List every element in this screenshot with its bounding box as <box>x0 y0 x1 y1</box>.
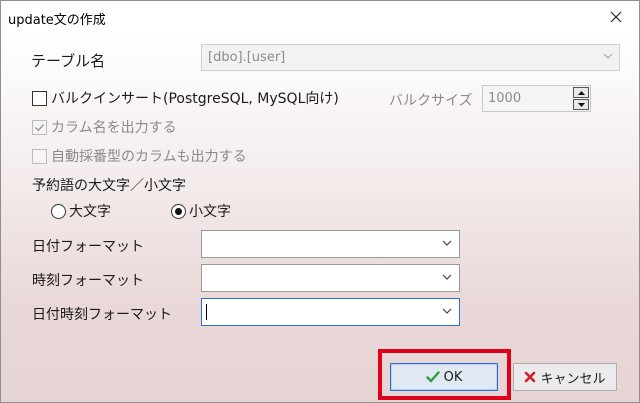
reserved-word-case-label: 予約語の大文字／小文字 <box>32 178 186 194</box>
time-format-label: 時刻フォーマット <box>32 273 144 289</box>
date-format-combo[interactable] <box>201 230 460 258</box>
output-auto-number-row: 自動採番型のカラムも出力する <box>32 146 247 166</box>
stepper-up-button[interactable] <box>573 87 589 98</box>
cancel-button[interactable]: キャンセル <box>513 363 617 391</box>
dialog-window: update文の作成 テーブル名 [dbo].[user] バルクインサート(P… <box>0 0 640 403</box>
title-bar: update文の作成 <box>1 1 639 33</box>
bulk-insert-label: バルクインサート(PostgreSQL, MySQL向け) <box>51 91 339 107</box>
cancel-x-icon <box>525 371 536 383</box>
bulk-size-stepper: 1000 <box>482 85 591 112</box>
output-column-names-label: カラム名を出力する <box>51 120 177 136</box>
datetime-format-combo[interactable] <box>201 298 460 326</box>
stepper-down-button[interactable] <box>573 99 589 110</box>
chevron-down-icon <box>603 53 613 59</box>
uppercase-radio-row[interactable]: 大文字 <box>51 201 111 221</box>
bulk-size-label: バルクサイズ <box>389 93 473 109</box>
lowercase-label: 小文字 <box>189 204 231 220</box>
output-auto-number-checkbox <box>32 148 47 164</box>
triangle-up-icon <box>577 90 585 95</box>
lowercase-radio-row[interactable]: 小文字 <box>171 201 231 221</box>
lowercase-radio[interactable] <box>171 203 186 219</box>
bulk-size-value: 1000 <box>488 91 522 106</box>
date-format-label: 日付フォーマット <box>32 239 144 255</box>
datetime-format-label: 日付時刻フォーマット <box>32 307 172 323</box>
check-icon <box>425 371 440 383</box>
window-title: update文の作成 <box>8 13 106 28</box>
bulk-insert-checkbox-row[interactable]: バルクインサート(PostgreSQL, MySQL向け) <box>32 88 339 108</box>
uppercase-radio[interactable] <box>51 203 66 219</box>
chevron-down-icon[interactable] <box>442 240 452 246</box>
table-name-select: [dbo].[user] <box>201 44 620 71</box>
bulk-insert-checkbox[interactable] <box>32 90 47 106</box>
output-column-names-checkbox <box>32 119 47 135</box>
output-auto-number-label: 自動採番型のカラムも出力する <box>51 149 247 165</box>
close-icon <box>610 11 622 23</box>
cancel-label: キャンセル <box>540 371 606 387</box>
close-button[interactable] <box>593 1 639 33</box>
chevron-down-icon[interactable] <box>442 274 452 280</box>
uppercase-label: 大文字 <box>69 204 111 220</box>
output-column-names-row: カラム名を出力する <box>32 117 177 137</box>
chevron-down-icon[interactable] <box>442 308 452 314</box>
table-name-label: テーブル名 <box>31 52 106 70</box>
triangle-down-icon <box>577 102 585 107</box>
text-caret <box>206 304 207 320</box>
time-format-combo[interactable] <box>201 264 460 292</box>
ok-label: OK <box>443 369 463 385</box>
table-name-value: [dbo].[user] <box>208 50 286 65</box>
ok-button[interactable]: OK <box>390 363 498 391</box>
check-icon <box>35 123 45 131</box>
